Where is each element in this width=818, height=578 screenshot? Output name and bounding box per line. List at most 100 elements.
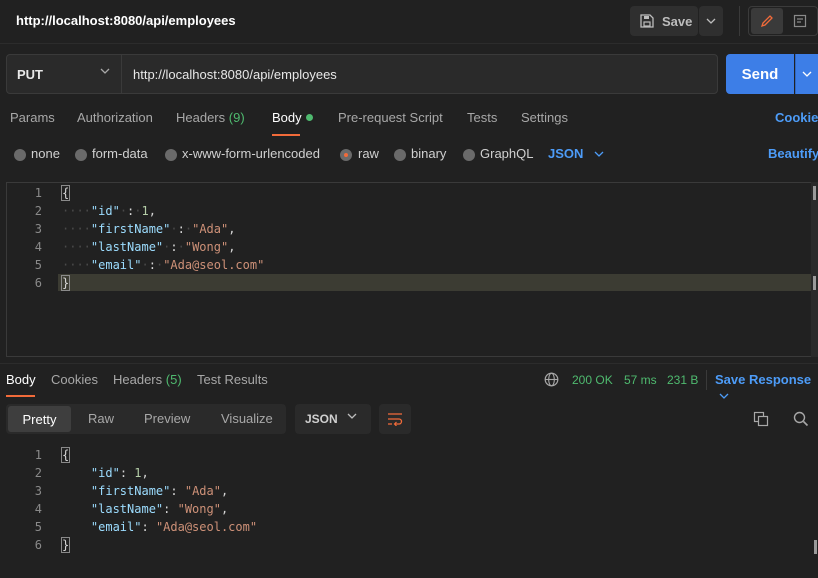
- tab-authorization[interactable]: Authorization: [77, 110, 153, 125]
- send-button[interactable]: Send: [726, 54, 794, 94]
- tab-params[interactable]: Params: [10, 110, 55, 125]
- tab-pre-request-script[interactable]: Pre-request Script: [338, 110, 443, 125]
- line-number: 4: [34, 240, 42, 254]
- scrollbar-marker: [814, 540, 817, 554]
- json-open-brace: {: [60, 447, 71, 463]
- line-number: 3: [34, 484, 42, 498]
- json-line: ····"lastName"·:·"Wong",: [62, 240, 236, 254]
- view-preview-button[interactable]: Preview: [144, 411, 190, 426]
- radio-form-data-label[interactable]: form-data: [92, 146, 148, 161]
- radio-none[interactable]: [14, 149, 26, 161]
- response-tab-headers[interactable]: Headers (5): [113, 372, 182, 387]
- comment-icon: [793, 14, 807, 28]
- active-tab-underline: [6, 395, 35, 397]
- cookies-link[interactable]: Cookies: [775, 110, 818, 125]
- radio-binary[interactable]: [394, 149, 406, 161]
- radio-none-label[interactable]: none: [31, 146, 60, 161]
- json-line: "lastName": "Wong",: [90, 502, 229, 516]
- meta-divider: [706, 370, 707, 390]
- chevron-down-icon: [100, 68, 110, 74]
- copy-icon[interactable]: [753, 411, 769, 427]
- view-raw-button[interactable]: Raw: [88, 411, 114, 426]
- send-options-button[interactable]: [795, 54, 818, 94]
- method-value: PUT: [17, 67, 43, 82]
- response-format-value: JSON: [305, 412, 338, 426]
- chevron-down-icon: [719, 393, 729, 399]
- save-label: Save: [662, 13, 693, 29]
- save-icon: [640, 14, 654, 28]
- view-visualize-button[interactable]: Visualize: [221, 411, 273, 426]
- chevron-down-icon: [706, 18, 716, 24]
- json-line: ····"email"·:·"Ada@seol.com": [62, 258, 265, 272]
- scrollbar-marker: [813, 276, 816, 290]
- json-line: ····"firstName"·:·"Ada",: [62, 222, 236, 236]
- radio-raw[interactable]: [340, 149, 352, 161]
- radio-raw-label[interactable]: raw: [358, 146, 379, 161]
- response-tab-headers-label: Headers: [113, 372, 163, 387]
- response-format-select[interactable]: JSON: [295, 404, 371, 434]
- chevron-down-icon: [347, 413, 357, 419]
- pane-divider[interactable]: [0, 363, 818, 364]
- active-tab-underline: [272, 134, 300, 136]
- wrap-lines-button[interactable]: [379, 404, 411, 434]
- json-line: ····"id"·:·1,: [62, 204, 156, 218]
- line-number: 1: [34, 186, 42, 200]
- response-size[interactable]: 231 B: [667, 373, 698, 387]
- active-line-highlight: [58, 274, 812, 291]
- line-number: 1: [34, 448, 42, 462]
- status-code[interactable]: 200 OK: [572, 373, 613, 387]
- tab-tests[interactable]: Tests: [467, 110, 497, 125]
- radio-form-data[interactable]: [75, 149, 87, 161]
- response-tab-headers-count: (5): [165, 372, 182, 387]
- chevron-down-icon: [802, 71, 812, 77]
- json-line: "email": "Ada@seol.com": [90, 520, 258, 534]
- scrollbar-marker: [813, 186, 816, 200]
- body-format-select[interactable]: JSON: [548, 146, 583, 161]
- radio-binary-label[interactable]: binary: [411, 146, 446, 161]
- json-line: "firstName": "Ada",: [90, 484, 229, 498]
- wrap-lines-icon: [388, 413, 403, 426]
- search-icon[interactable]: [793, 411, 809, 427]
- save-response-label: Save Response: [715, 372, 812, 387]
- editor-scrollbar[interactable]: [811, 182, 818, 357]
- edit-mode-button[interactable]: [751, 8, 783, 34]
- body-indicator-dot: [306, 114, 313, 121]
- line-number: 6: [34, 276, 42, 290]
- save-button[interactable]: Save: [630, 6, 698, 36]
- toolbar-divider: [739, 6, 740, 36]
- pencil-icon: [760, 15, 773, 28]
- json-open-brace: {: [60, 185, 71, 201]
- save-options-button[interactable]: [699, 6, 723, 36]
- line-number: 5: [34, 258, 42, 272]
- url-value: http://localhost:8080/api/employees: [133, 67, 337, 82]
- globe-icon[interactable]: [544, 372, 559, 387]
- line-number: 5: [34, 520, 42, 534]
- radio-graphql-label[interactable]: GraphQL: [480, 146, 533, 161]
- tab-body[interactable]: Body: [272, 110, 302, 125]
- line-number: 4: [34, 502, 42, 516]
- json-close-brace: }: [60, 537, 71, 553]
- line-number: 2: [34, 466, 42, 480]
- chevron-down-icon: [594, 151, 604, 157]
- tab-headers-label: Headers: [176, 110, 226, 125]
- request-title[interactable]: http://localhost:8080/api/employees: [16, 13, 236, 28]
- radio-urlencoded[interactable]: [165, 149, 177, 161]
- tab-settings[interactable]: Settings: [521, 110, 568, 125]
- save-response-button[interactable]: Save Response: [715, 372, 818, 402]
- json-close-brace: }: [60, 275, 71, 291]
- tab-headers-count: (9): [228, 110, 245, 125]
- line-number: 3: [34, 222, 42, 236]
- line-number: 6: [34, 538, 42, 552]
- comments-button[interactable]: [787, 8, 813, 34]
- radio-graphql[interactable]: [463, 149, 475, 161]
- response-tab-body[interactable]: Body: [6, 372, 36, 387]
- line-number: 2: [34, 204, 42, 218]
- radio-urlencoded-label[interactable]: x-www-form-urlencoded: [182, 146, 320, 161]
- tab-headers[interactable]: Headers (9): [176, 110, 245, 125]
- view-pretty-button[interactable]: Pretty: [8, 406, 71, 432]
- response-tab-cookies[interactable]: Cookies: [51, 372, 98, 387]
- beautify-link[interactable]: Beautify: [768, 146, 818, 161]
- json-line: "id": 1,: [90, 466, 149, 480]
- response-tab-test-results[interactable]: Test Results: [197, 372, 268, 387]
- response-time[interactable]: 57 ms: [624, 373, 657, 387]
